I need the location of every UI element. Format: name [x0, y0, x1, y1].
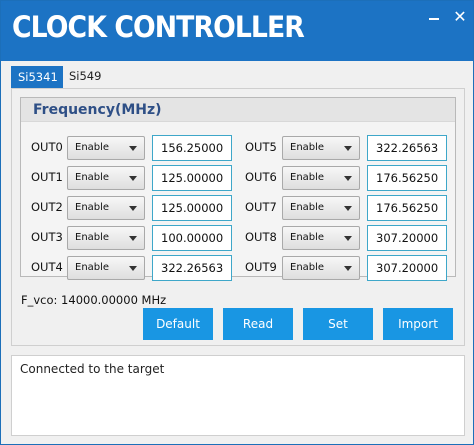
- chevron-down-icon: [129, 236, 137, 241]
- chevron-down-icon: [344, 236, 352, 241]
- out7-label: OUT7: [245, 200, 277, 214]
- out4-mode-value: Enable: [75, 262, 110, 273]
- import-button[interactable]: Import: [383, 308, 453, 340]
- set-button[interactable]: Set: [303, 308, 373, 340]
- out2-frequency-input[interactable]: 125.00000: [152, 195, 232, 221]
- out7-mode-select[interactable]: Enable: [282, 196, 360, 220]
- out9-frequency-input[interactable]: 307.20000: [367, 255, 447, 281]
- out7-mode-value: Enable: [290, 202, 325, 213]
- out6-label: OUT6: [245, 170, 277, 184]
- frequency-group-header: Frequency(MHz): [21, 98, 455, 122]
- title-bar: CLOCK CONTROLLER ✕: [1, 1, 473, 61]
- app-title: CLOCK CONTROLLER: [12, 10, 305, 44]
- status-message: Connected to the target: [20, 362, 165, 376]
- chevron-down-icon: [129, 206, 137, 211]
- out5-mode-value: Enable: [290, 142, 325, 153]
- out3-mode-value: Enable: [75, 232, 110, 243]
- out8-label: OUT8: [245, 230, 277, 244]
- out6-mode-value: Enable: [290, 172, 325, 183]
- out8-frequency-input[interactable]: 307.20000: [367, 225, 447, 251]
- out1-mode-value: Enable: [75, 172, 110, 183]
- chevron-down-icon: [344, 176, 352, 181]
- out2-label: OUT2: [31, 200, 63, 214]
- out7-frequency-input[interactable]: 176.56250: [367, 195, 447, 221]
- default-button[interactable]: Default: [143, 308, 213, 340]
- out4-label: OUT4: [31, 260, 63, 274]
- frequency-group-title: Frequency(MHz): [33, 102, 162, 118]
- tab-si549[interactable]: Si549: [63, 66, 113, 88]
- close-icon[interactable]: ✕: [449, 7, 471, 27]
- out8-mode-value: Enable: [290, 232, 325, 243]
- out4-mode-select[interactable]: Enable: [67, 256, 145, 280]
- out5-mode-select[interactable]: Enable: [282, 136, 360, 160]
- out2-mode-select[interactable]: Enable: [67, 196, 145, 220]
- frequency-group: Frequency(MHz) OUT0 Enable 156.25000 OUT…: [20, 97, 456, 281]
- out0-mode-value: Enable: [75, 142, 110, 153]
- chevron-down-icon: [344, 266, 352, 271]
- out6-frequency-input[interactable]: 176.56250: [367, 165, 447, 191]
- chevron-down-icon: [129, 176, 137, 181]
- out1-frequency-input[interactable]: 125.00000: [152, 165, 232, 191]
- out6-mode-select[interactable]: Enable: [282, 166, 360, 190]
- out5-label: OUT5: [245, 140, 277, 154]
- out0-mode-select[interactable]: Enable: [67, 136, 145, 160]
- out0-frequency-input[interactable]: 156.25000: [152, 135, 232, 161]
- fvco-readout: F_vco: 14000.00000 MHz: [21, 293, 167, 307]
- app-window: CLOCK CONTROLLER ✕ Si5341 Si549 Frequenc…: [0, 0, 474, 445]
- out9-mode-select[interactable]: Enable: [282, 256, 360, 280]
- out1-mode-select[interactable]: Enable: [67, 166, 145, 190]
- status-log[interactable]: Connected to the target: [11, 355, 465, 436]
- read-button[interactable]: Read: [223, 308, 293, 340]
- out1-label: OUT1: [31, 170, 63, 184]
- tab-si5341[interactable]: Si5341: [11, 66, 63, 88]
- out8-mode-select[interactable]: Enable: [282, 226, 360, 250]
- chevron-down-icon: [129, 146, 137, 151]
- minimize-icon[interactable]: [423, 7, 445, 27]
- out3-mode-select[interactable]: Enable: [67, 226, 145, 250]
- out5-frequency-input[interactable]: 322.26563: [367, 135, 447, 161]
- out4-frequency-input[interactable]: 322.26563: [152, 255, 232, 281]
- chevron-down-icon: [344, 206, 352, 211]
- out2-mode-value: Enable: [75, 202, 110, 213]
- chevron-down-icon: [129, 266, 137, 271]
- out3-frequency-input[interactable]: 100.00000: [152, 225, 232, 251]
- out0-label: OUT0: [31, 140, 63, 154]
- chevron-down-icon: [344, 146, 352, 151]
- out3-label: OUT3: [31, 230, 63, 244]
- out9-mode-value: Enable: [290, 262, 325, 273]
- out9-label: OUT9: [245, 260, 277, 274]
